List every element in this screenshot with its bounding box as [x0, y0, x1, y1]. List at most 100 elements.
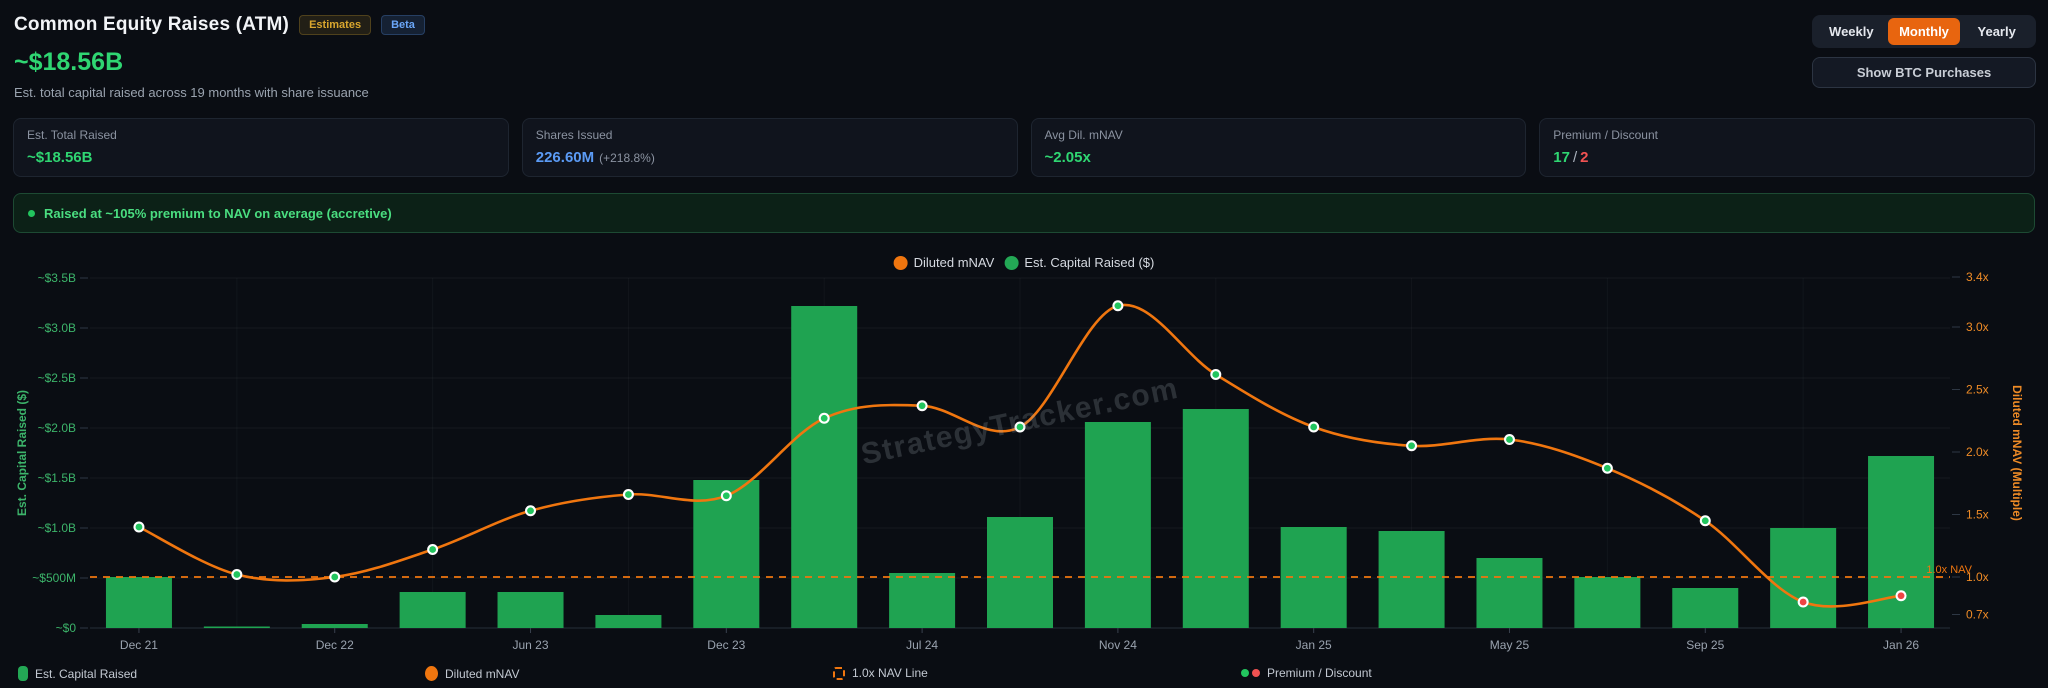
mnav-point[interactable] — [429, 546, 436, 553]
bar-est-capital-raised[interactable] — [1085, 422, 1151, 628]
green-bar-swatch-icon — [18, 666, 28, 681]
bar-est-capital-raised[interactable] — [693, 480, 759, 628]
left-axis-tick-label: ~$0 — [56, 621, 77, 635]
dashed-box-swatch-icon — [833, 667, 845, 680]
x-axis-label: Sep 25 — [1686, 638, 1724, 652]
card-avg-dil-mnav: Avg Dil. mNAV ~2.05x — [1031, 118, 1527, 177]
show-btc-purchases-button[interactable]: Show BTC Purchases — [1812, 57, 2036, 88]
bar-est-capital-raised[interactable] — [1476, 558, 1542, 628]
card-est-total-raised: Est. Total Raised ~$18.56B — [13, 118, 509, 177]
mnav-point[interactable] — [136, 524, 143, 531]
total-raised-value: ~$18.56B — [14, 48, 425, 77]
estimates-badge: Estimates — [299, 15, 371, 35]
stat-cards: Est. Total Raised ~$18.56B Shares Issued… — [13, 118, 2035, 177]
left-axis-title: Est. Capital Raised ($) — [15, 390, 29, 516]
orange-dot-swatch-icon — [425, 666, 438, 681]
card-label: Shares Issued — [536, 128, 1004, 142]
premium-count: 17 — [1553, 149, 1570, 166]
left-axis-tick-label: ~$2.0B — [38, 421, 76, 435]
right-axis-tick-label: 2.5x — [1966, 383, 1989, 397]
range-yearly-button[interactable]: Yearly — [1960, 18, 2033, 45]
mnav-point[interactable] — [1114, 302, 1121, 309]
subtitle: Est. total capital raised across 19 mont… — [14, 85, 425, 100]
x-axis-label: Nov 24 — [1099, 638, 1137, 652]
bar-est-capital-raised[interactable] — [1770, 528, 1836, 628]
mnav-point[interactable] — [1506, 436, 1513, 443]
x-axis-label: Jan 26 — [1883, 638, 1919, 652]
mnav-point[interactable] — [1212, 371, 1219, 378]
mnav-point[interactable] — [625, 491, 632, 498]
bar-est-capital-raised[interactable] — [106, 577, 172, 628]
left-axis-tick-label: ~$1.5B — [38, 471, 76, 485]
card-premium-discount: Premium / Discount 17/2 — [1539, 118, 2035, 177]
mnav-point[interactable] — [527, 507, 534, 514]
bar-est-capital-raised[interactable] — [1574, 577, 1640, 628]
bar-est-capital-raised[interactable] — [1672, 588, 1738, 628]
right-axis-tick-label: 2.0x — [1966, 445, 1989, 459]
card-value: 226.60M(+218.8%) — [536, 149, 1004, 166]
left-axis-tick-label: ~$2.5B — [38, 371, 76, 385]
header: Common Equity Raises (ATM) Estimates Bet… — [14, 14, 425, 100]
mnav-point[interactable] — [1898, 592, 1905, 599]
dashboard: { "header": { "title": "Common Equity Ra… — [0, 0, 2048, 688]
bar-est-capital-raised[interactable] — [204, 627, 270, 629]
bar-est-capital-raised[interactable] — [1868, 456, 1934, 628]
left-axis-tick-label: ~$500M — [32, 571, 76, 585]
mnav-point[interactable] — [821, 415, 828, 422]
bar-est-capital-raised[interactable] — [595, 615, 661, 628]
mnav-point[interactable] — [1604, 465, 1611, 472]
bar-est-capital-raised[interactable] — [1379, 531, 1445, 628]
card-label: Est. Total Raised — [27, 128, 495, 142]
card-value: ~$18.56B — [27, 149, 495, 166]
right-axis-tick-label: 0.7x — [1966, 608, 1989, 622]
card-label: Premium / Discount — [1553, 128, 2021, 142]
x-axis-label: Dec 22 — [316, 638, 354, 652]
x-axis-label: Dec 23 — [707, 638, 745, 652]
range-weekly-button[interactable]: Weekly — [1815, 18, 1888, 45]
x-axis-label: May 25 — [1490, 638, 1530, 652]
left-axis-tick-label: ~$3.5B — [38, 271, 76, 285]
mnav-point[interactable] — [1702, 517, 1709, 524]
card-value: ~2.05x — [1045, 149, 1513, 166]
bottom-legend-est-capital-raised[interactable]: Est. Capital Raised — [18, 666, 137, 681]
bar-est-capital-raised[interactable] — [302, 624, 368, 628]
mnav-point[interactable] — [1800, 599, 1807, 606]
card-label: Avg Dil. mNAV — [1045, 128, 1513, 142]
mnav-point[interactable] — [919, 402, 926, 409]
right-axis-tick-label: 3.4x — [1966, 270, 1989, 284]
card-value-suffix: (+218.8%) — [599, 151, 655, 165]
bar-est-capital-raised[interactable] — [889, 573, 955, 628]
mnav-point[interactable] — [233, 571, 240, 578]
right-axis-title: Diluted mNAV (Multiple) — [2010, 385, 2024, 521]
bar-est-capital-raised[interactable] — [498, 592, 564, 628]
card-shares-issued: Shares Issued 226.60M(+218.8%) — [522, 118, 1018, 177]
page-title: Common Equity Raises (ATM) — [14, 14, 289, 36]
nav-line-label: 1.0x NAV — [1926, 564, 1972, 576]
range-toggle: Weekly Monthly Yearly — [1812, 15, 2036, 48]
bottom-legend-nav-line[interactable]: 1.0x NAV Line — [833, 666, 928, 680]
chart-area: Diluted mNAV Est. Capital Raised ($) ~$3… — [0, 240, 2048, 688]
card-value: 17/2 — [1553, 149, 2021, 166]
accretive-banner: Raised at ~105% premium to NAV on averag… — [13, 193, 2035, 233]
premium-discount-dots-icon — [1241, 669, 1260, 677]
mnav-point[interactable] — [331, 574, 338, 581]
right-axis-tick-label: 3.0x — [1966, 320, 1989, 334]
mnav-point[interactable] — [723, 492, 730, 499]
left-axis-tick-label: ~$3.0B — [38, 321, 76, 335]
x-axis-label: Jul 24 — [906, 638, 938, 652]
left-axis-tick-label: ~$1.0B — [38, 521, 76, 535]
bottom-legend-diluted-mnav[interactable]: Diluted mNAV — [425, 666, 519, 681]
bar-est-capital-raised[interactable] — [400, 592, 466, 628]
mnav-point[interactable] — [1408, 442, 1415, 449]
banner-text: Raised at ~105% premium to NAV on averag… — [44, 206, 392, 221]
x-axis-label: Dec 21 — [120, 638, 158, 652]
bar-est-capital-raised[interactable] — [987, 517, 1053, 628]
bar-est-capital-raised[interactable] — [791, 306, 857, 628]
range-monthly-button[interactable]: Monthly — [1888, 18, 1961, 45]
mnav-point[interactable] — [1310, 424, 1317, 431]
banner-dot-icon — [28, 210, 35, 217]
bar-est-capital-raised[interactable] — [1183, 409, 1249, 628]
chart-canvas: ~$3.5B ~$3.0B ~$2.5B ~$2.0B ~$1.5B ~$1.0B ~$50… — [0, 240, 2048, 688]
bottom-legend-premium-discount[interactable]: Premium / Discount — [1241, 666, 1372, 680]
x-axis-label: Jun 23 — [513, 638, 549, 652]
